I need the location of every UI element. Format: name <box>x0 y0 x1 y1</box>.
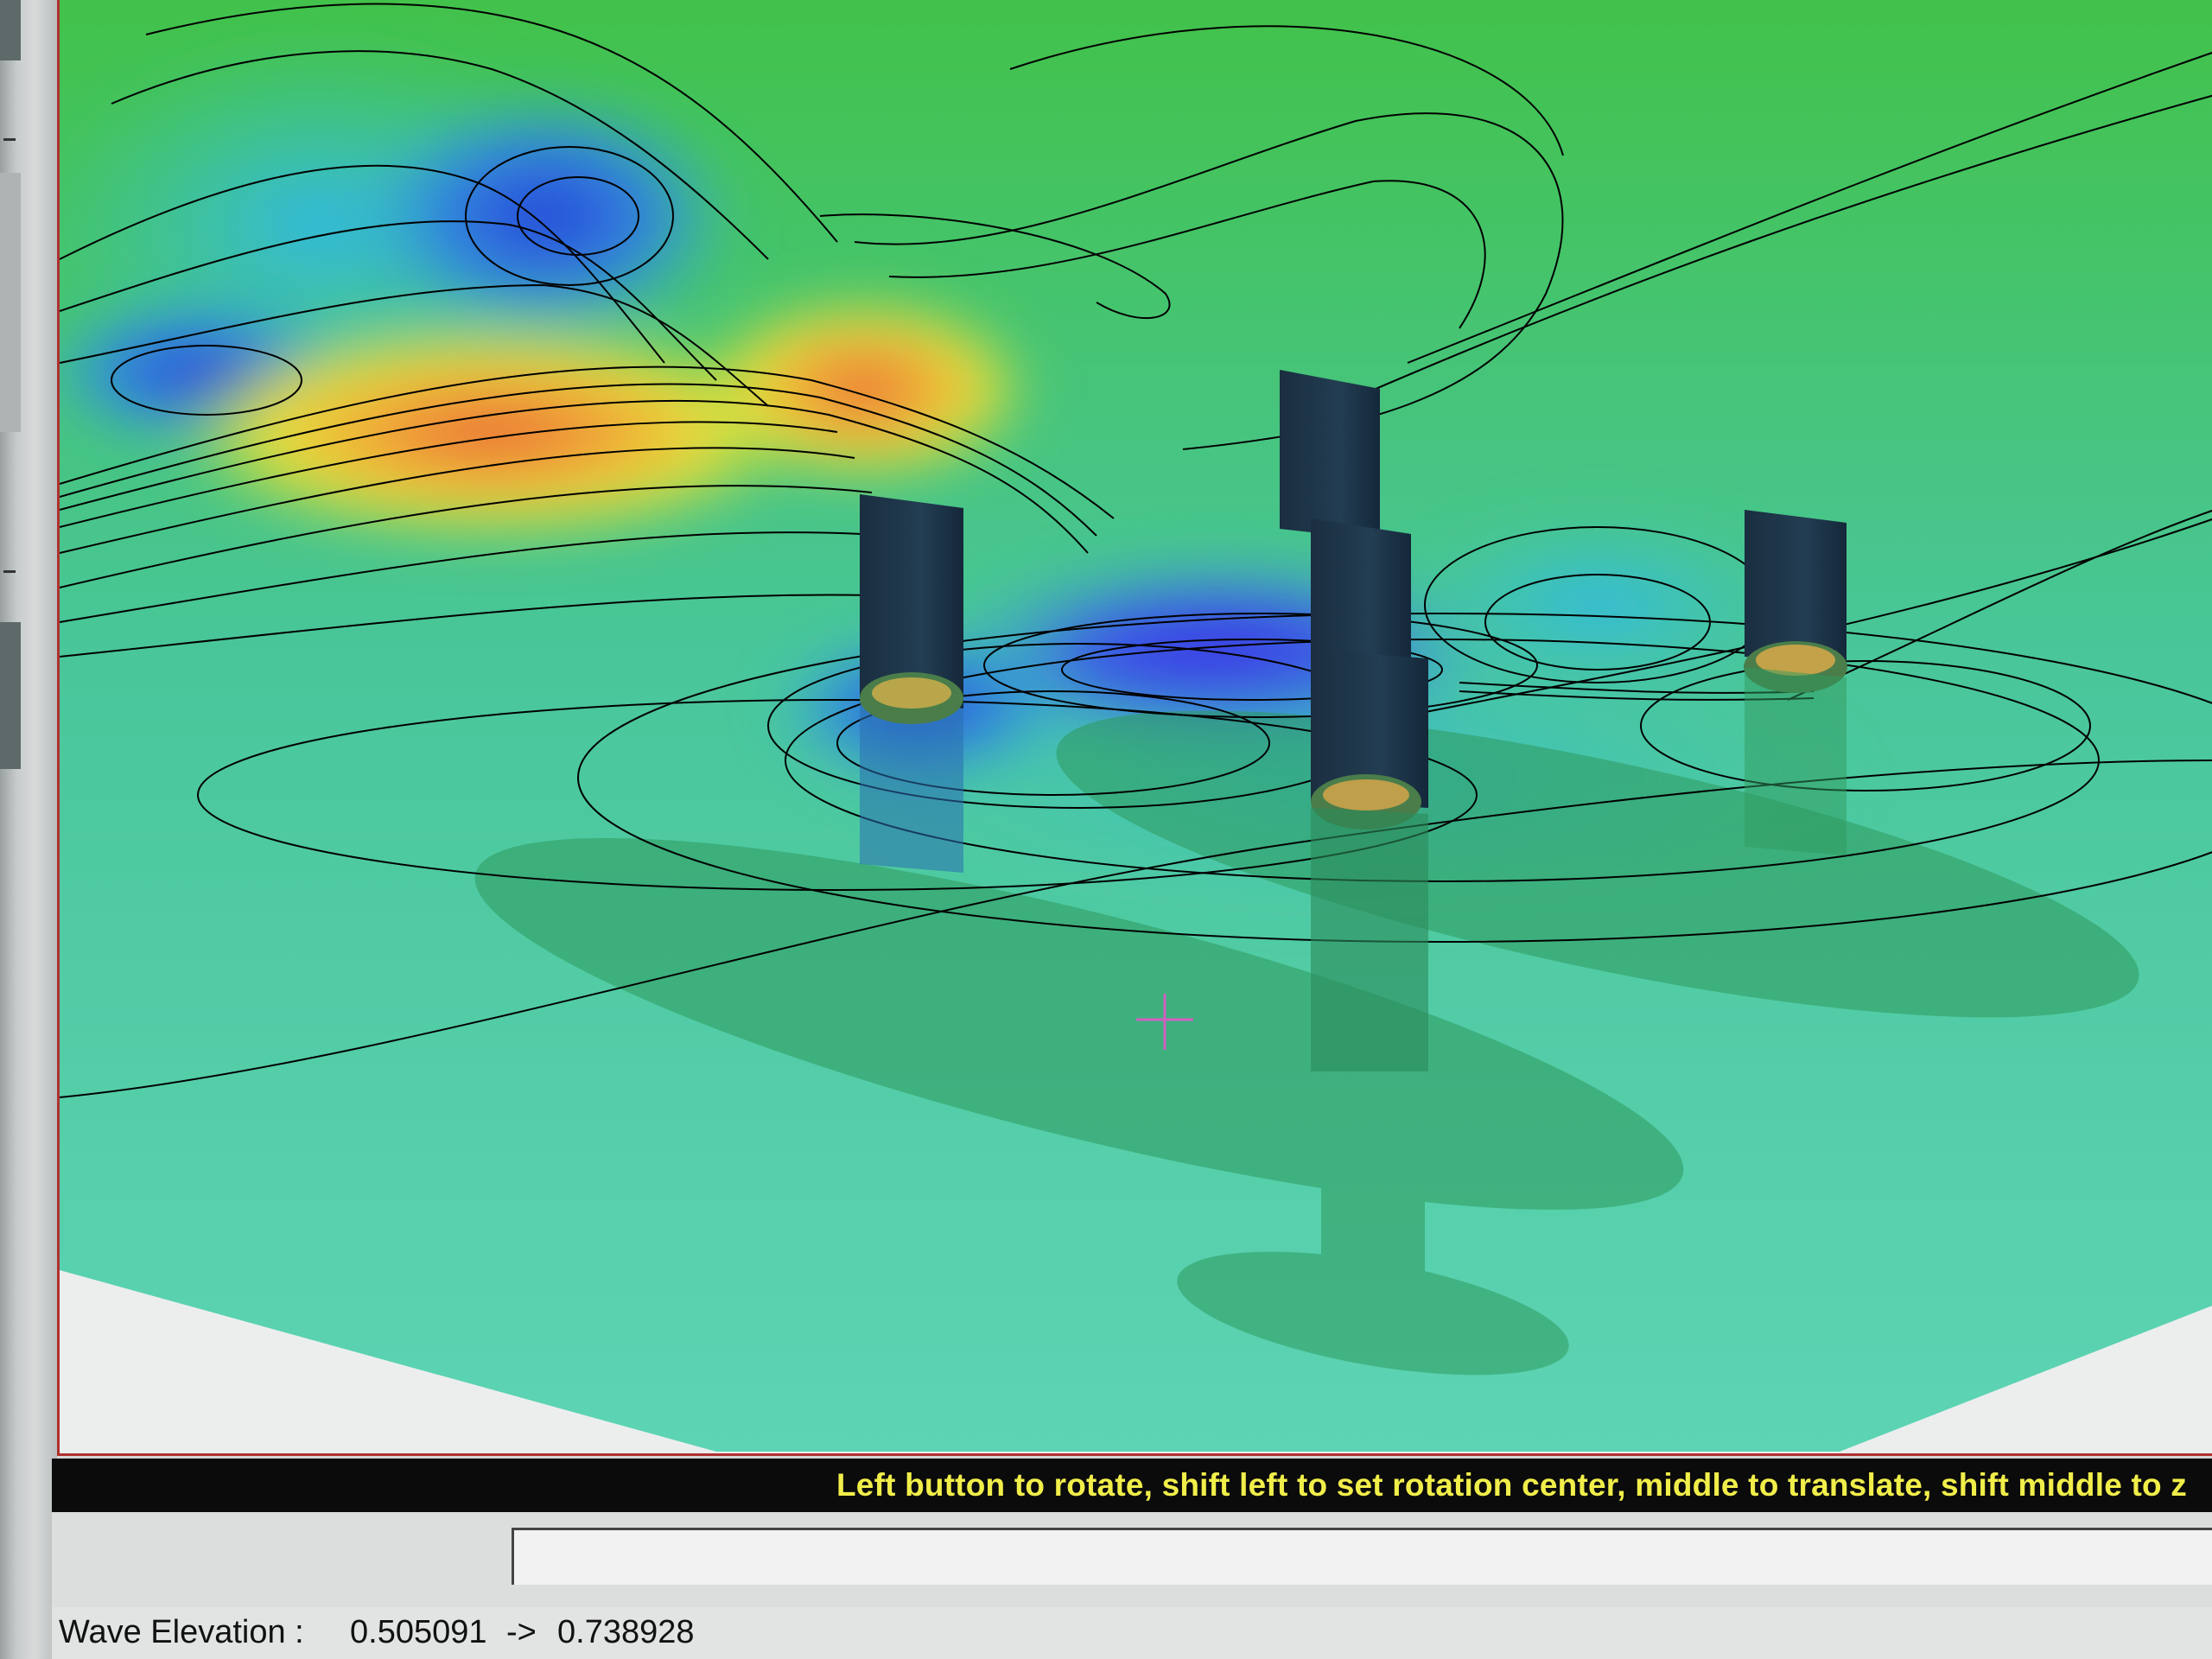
readout-max-value: 0.738928 <box>557 1614 695 1650</box>
readout-min-value: 0.505091 <box>350 1614 487 1650</box>
command-area <box>52 1512 2212 1607</box>
scrollbar-thumb[interactable] <box>0 0 21 60</box>
status-bar: Left button to rotate, shift left to set… <box>52 1459 2212 1512</box>
scroll-arrow-icon[interactable] <box>3 138 16 141</box>
wave-elevation-contour-render[interactable] <box>60 0 2212 1453</box>
value-readout: Wave Elevation : 0.505091 -> 0.738928 <box>52 1607 2212 1659</box>
scroll-arrow-icon[interactable] <box>3 570 16 573</box>
scrollbar-track-segment[interactable] <box>0 173 21 432</box>
status-message: Left button to rotate, shift left to set… <box>836 1467 2187 1503</box>
3d-viewport[interactable] <box>57 0 2212 1456</box>
left-tool-strip <box>0 0 57 1659</box>
readout-arrow: -> <box>506 1614 537 1650</box>
command-input[interactable] <box>512 1528 2212 1585</box>
readout-label: Wave Elevation : <box>59 1614 304 1650</box>
panel-splitter-handle[interactable] <box>0 622 21 769</box>
